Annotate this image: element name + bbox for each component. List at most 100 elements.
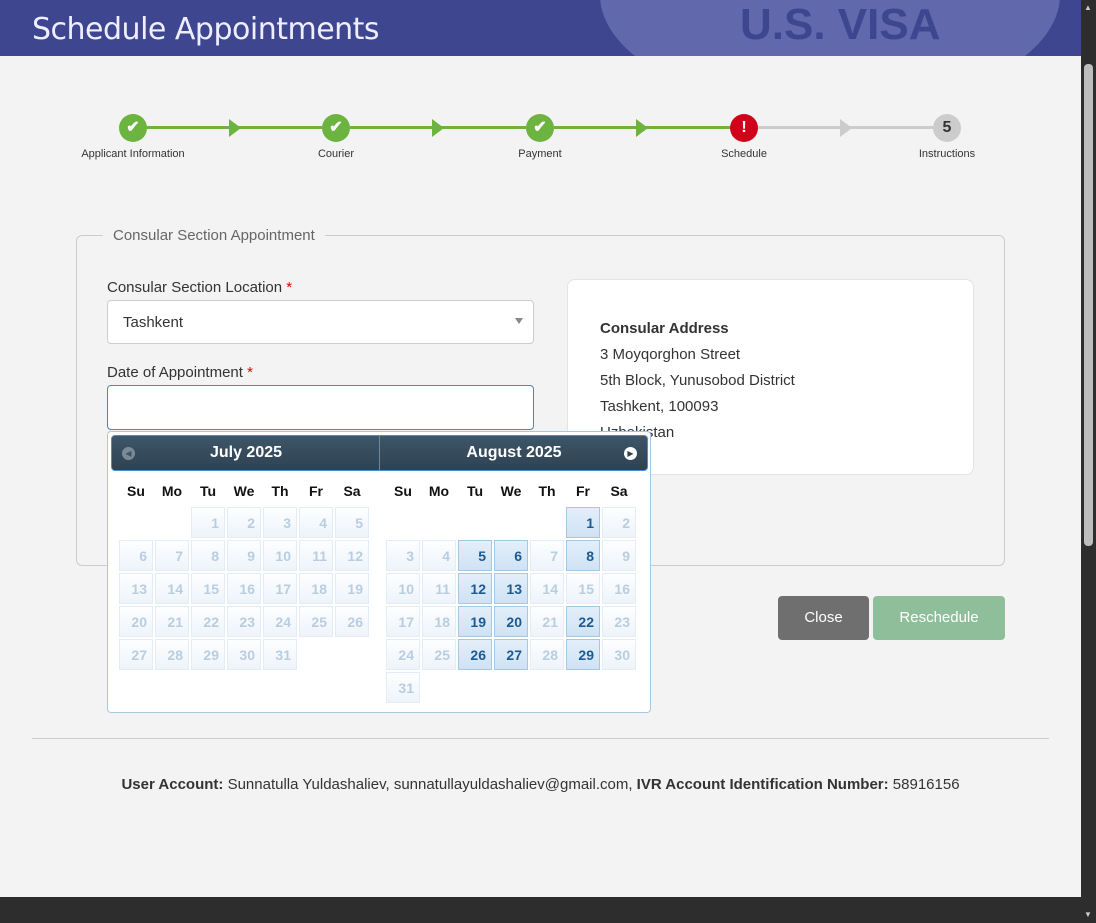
scroll-up-icon[interactable]: ▲ <box>1084 3 1092 12</box>
weekday-header: We <box>233 483 255 499</box>
disabled-day: 8 <box>191 540 225 571</box>
datepicker: ◀ July 2025 August 2025 ▶ Su Mo Tu We Th Fr Sa… <box>107 431 651 713</box>
reschedule-button[interactable]: Reschedule <box>873 596 1005 640</box>
disabled-day: 9 <box>227 540 261 571</box>
weekday-header: Tu <box>199 483 217 499</box>
check-icon: ✔ <box>526 114 554 142</box>
disabled-day: 14 <box>530 573 564 604</box>
weekday-header: Sa <box>610 483 628 499</box>
available-day[interactable]: 8 <box>566 540 600 571</box>
available-day[interactable]: 27 <box>494 639 528 670</box>
scroll-down-icon[interactable]: ▼ <box>1084 910 1092 919</box>
us-visa-seal-logo: U.S. VISA <box>600 0 1060 56</box>
step-arrow-icon <box>228 119 241 137</box>
page-title: Schedule Appointments <box>32 12 380 47</box>
step-label: Payment <box>518 148 562 160</box>
disabled-day: 27 <box>119 639 153 670</box>
disabled-day: 18 <box>422 606 456 637</box>
step-instructions: 5 Instructions <box>877 114 1017 160</box>
account-footer: User Account: Sunnatulla Yuldashaliev, s… <box>121 776 960 793</box>
disabled-day: 10 <box>386 573 420 604</box>
address-line: 5th Block, Yunusobod District <box>600 372 795 389</box>
available-day[interactable]: 19 <box>458 606 492 637</box>
calendar-july: Su Mo Tu We Th Fr Sa 1 2 3 4 5 6 7 8 9 10 11 12 13 14 15 16 17 1… <box>117 475 371 672</box>
scrollbar-thumb[interactable] <box>1084 64 1093 546</box>
disabled-day: 7 <box>155 540 189 571</box>
weekday-header: Mo <box>428 483 450 499</box>
available-day[interactable]: 5 <box>458 540 492 571</box>
disabled-day: 31 <box>263 639 297 670</box>
available-day[interactable]: 12 <box>458 573 492 604</box>
disabled-day: 25 <box>422 639 456 670</box>
month-title: August 2025 <box>466 444 562 461</box>
weekday-header: Tu <box>466 483 484 499</box>
disabled-day: 2 <box>227 507 261 538</box>
available-day[interactable]: 29 <box>566 639 600 670</box>
disabled-day: 11 <box>299 540 333 571</box>
disabled-day: 23 <box>602 606 636 637</box>
available-day[interactable]: 6 <box>494 540 528 571</box>
check-icon: ✔ <box>322 114 350 142</box>
calendar-august: Su Mo Tu We Th Fr Sa 1 2 3 4 5 6 7 8 9 10 11 12 13 14 15 16 17 1… <box>384 475 638 705</box>
close-button[interactable]: Close <box>778 596 869 640</box>
step-schedule: ! Schedule <box>674 114 814 160</box>
disabled-day: 23 <box>227 606 261 637</box>
bottom-bar <box>0 897 1081 923</box>
disabled-day: 15 <box>191 573 225 604</box>
disabled-day: 3 <box>386 540 420 571</box>
disabled-day: 28 <box>530 639 564 670</box>
location-label: Consular Section Location * <box>107 279 293 296</box>
disabled-day: 14 <box>155 573 189 604</box>
location-select[interactable]: Tashkent <box>107 300 534 344</box>
disabled-day: 4 <box>422 540 456 571</box>
disabled-day: 11 <box>422 573 456 604</box>
disabled-day: 21 <box>530 606 564 637</box>
disabled-day: 26 <box>335 606 369 637</box>
weekday-header: Mo <box>161 483 183 499</box>
step-label: Courier <box>317 148 355 160</box>
disabled-day: 18 <box>299 573 333 604</box>
disabled-day: 2 <box>602 507 636 538</box>
step-number: 5 <box>933 114 961 142</box>
step-applicant-information: ✔ Applicant Information <box>63 114 203 160</box>
step-courier: ✔ Courier <box>266 114 406 160</box>
available-day[interactable]: 22 <box>566 606 600 637</box>
weekday-header: Fr <box>309 483 323 499</box>
disabled-day: 30 <box>227 639 261 670</box>
disabled-day: 19 <box>335 573 369 604</box>
disabled-day: 24 <box>386 639 420 670</box>
address-line: 3 Moyqorghon Street <box>600 346 741 363</box>
fieldset-legend: Consular Section Appointment <box>113 227 315 244</box>
weekday-header: Th <box>271 483 289 499</box>
available-day[interactable]: 26 <box>458 639 492 670</box>
disabled-day: 13 <box>119 573 153 604</box>
disabled-day: 7 <box>530 540 564 571</box>
available-day[interactable]: 20 <box>494 606 528 637</box>
weekday-header: We <box>500 483 522 499</box>
weekday-header: Su <box>127 483 145 499</box>
step-arrow-icon <box>432 119 444 137</box>
scrollbar[interactable]: ▲ ▼ <box>1081 0 1096 923</box>
date-input[interactable] <box>107 385 534 430</box>
step-label: Applicant Information <box>81 148 185 160</box>
step-arrow-icon <box>636 119 648 137</box>
disabled-day: 12 <box>335 540 369 571</box>
weekday-header: Th <box>538 483 556 499</box>
weekday-header: Fr <box>576 483 590 499</box>
disabled-day: 21 <box>155 606 189 637</box>
disabled-day: 31 <box>386 672 420 703</box>
available-day[interactable]: 1 <box>566 507 600 538</box>
next-month-icon[interactable]: ▶ <box>624 447 637 460</box>
weekday-header: Sa <box>343 483 361 499</box>
address-line: Uzbekistan <box>600 420 941 446</box>
available-day[interactable]: 13 <box>494 573 528 604</box>
check-icon: ✔ <box>119 114 147 142</box>
disabled-day: 17 <box>386 606 420 637</box>
weekday-header: Su <box>394 483 412 499</box>
step-payment: ✔ Payment <box>470 114 610 160</box>
disabled-day: 5 <box>335 507 369 538</box>
disabled-day: 28 <box>155 639 189 670</box>
disabled-day: 30 <box>602 639 636 670</box>
disabled-day: 17 <box>263 573 297 604</box>
disabled-day: 1 <box>191 507 225 538</box>
